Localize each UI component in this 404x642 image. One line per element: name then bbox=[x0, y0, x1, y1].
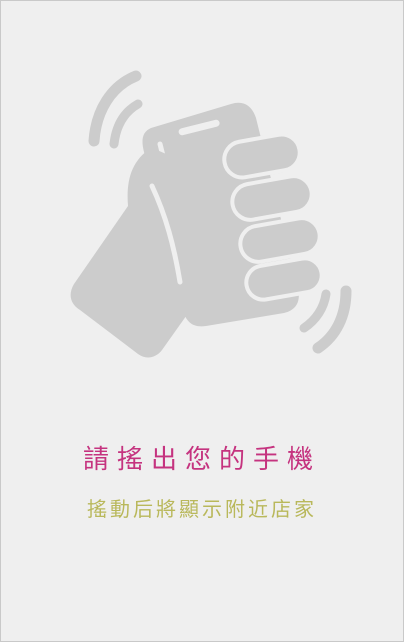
shake-prompt-text: 請搖出您的手機 bbox=[82, 445, 321, 475]
shake-screen: 請搖出您的手機 搖動后將顯示附近店家 bbox=[0, 0, 404, 642]
shake-hint-text: 搖動后將顯示附近店家 bbox=[87, 497, 317, 521]
hand-shaking-phone-icon bbox=[70, 70, 352, 358]
left-vibration-arc-inner bbox=[109, 99, 143, 149]
right-vibration-arc-inner bbox=[299, 289, 331, 333]
